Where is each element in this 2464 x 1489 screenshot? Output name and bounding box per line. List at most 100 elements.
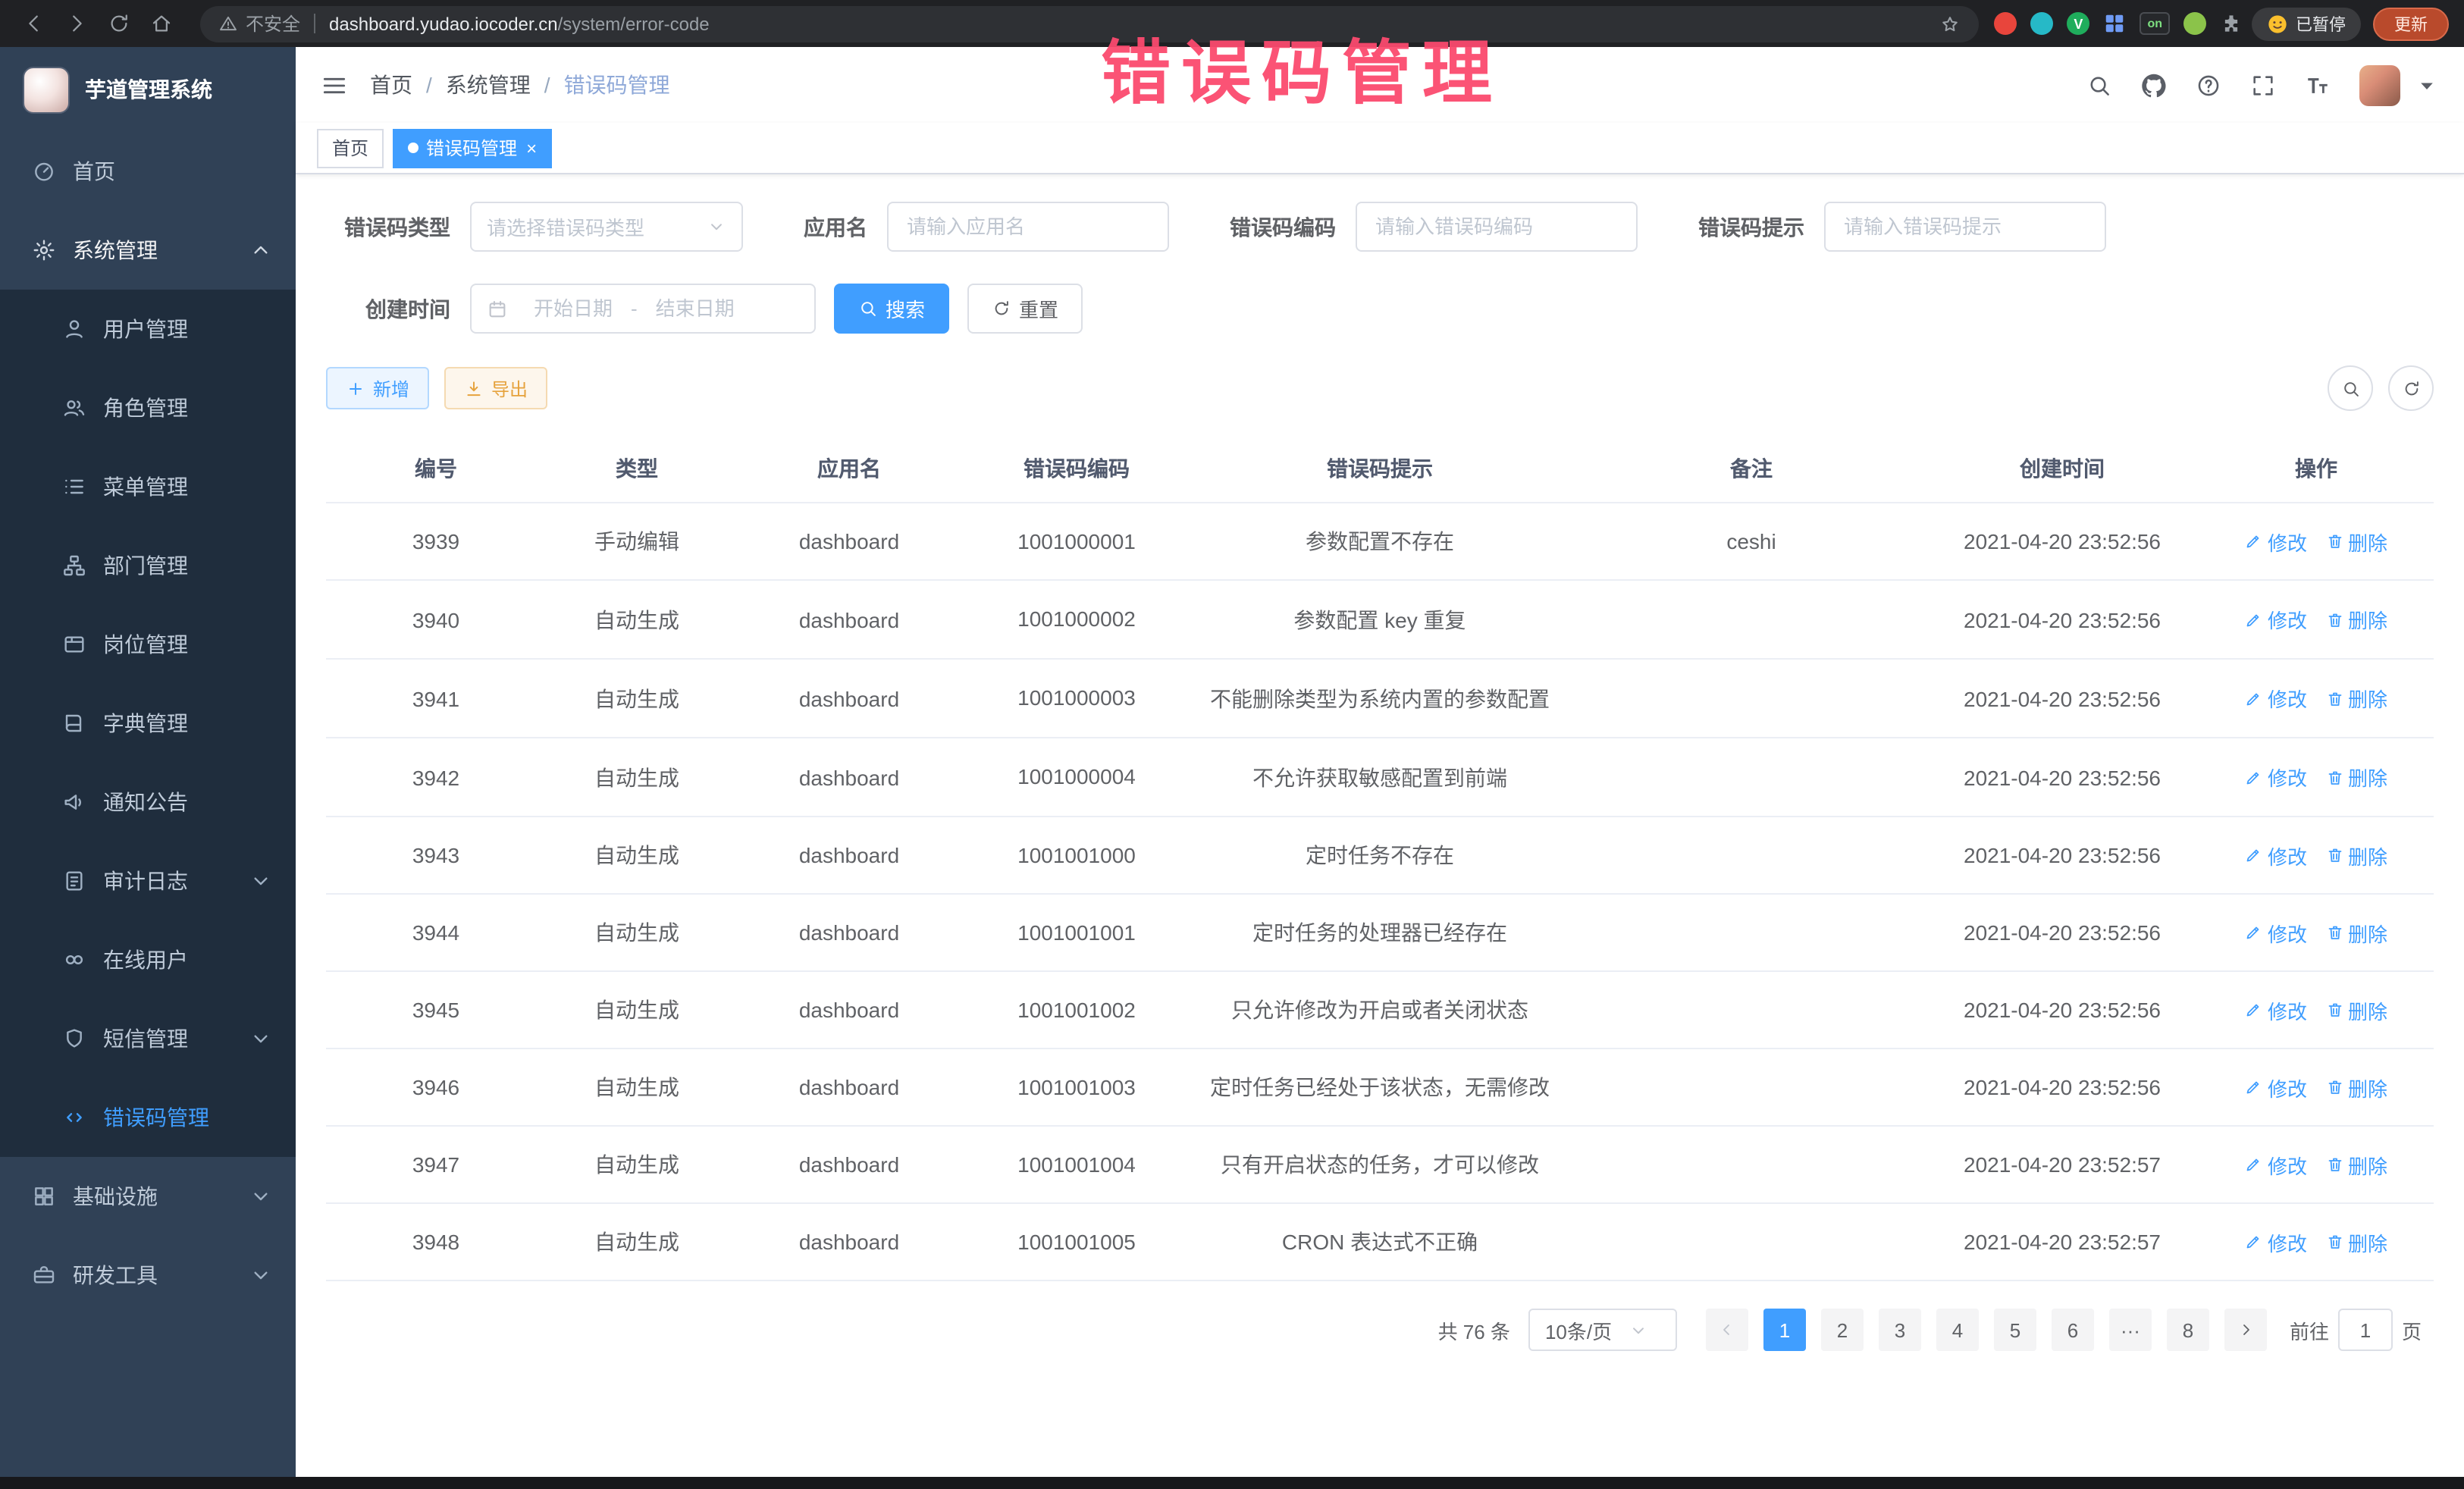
delete-button[interactable]: 删除 [2325, 1150, 2387, 1179]
bookmark-star-icon[interactable] [1939, 13, 1961, 34]
delete-button[interactable]: 删除 [2325, 527, 2387, 556]
help-icon[interactable] [2196, 72, 2221, 98]
browser-back-button[interactable] [15, 5, 52, 42]
sidebar-toggle-icon[interactable] [320, 71, 349, 99]
app-name-input[interactable] [887, 202, 1169, 252]
header-search-icon[interactable] [2086, 72, 2112, 98]
browser-reload-button[interactable] [100, 5, 136, 42]
page-button-1[interactable]: 1 [1763, 1309, 1806, 1351]
sidebar-item-notice[interactable]: 通知公告 [0, 763, 296, 842]
next-page-button[interactable] [2224, 1309, 2267, 1351]
browser-home-button[interactable] [143, 5, 179, 42]
more-pages-button[interactable]: ··· [2109, 1309, 2152, 1351]
edit-button[interactable]: 修改 [2245, 995, 2307, 1024]
sidebar-item-role-management[interactable]: 角色管理 [0, 368, 296, 447]
cell-id: 3943 [326, 817, 546, 894]
delete-button[interactable]: 删除 [2325, 841, 2387, 870]
extension-grid-icon[interactable] [2103, 12, 2126, 35]
sidebar-item-sms-management[interactable]: 短信管理 [0, 999, 296, 1078]
breadcrumb-item[interactable]: 首页 [370, 70, 412, 100]
sidebar-item-system[interactable]: 系统管理 [0, 211, 296, 290]
prev-page-button[interactable] [1706, 1309, 1748, 1351]
edit-button[interactable]: 修改 [2245, 841, 2307, 870]
edit-icon [2245, 1078, 2263, 1096]
breadcrumb-item[interactable]: 错误码管理 [564, 70, 670, 100]
delete-button[interactable]: 删除 [2325, 1227, 2387, 1256]
extension-v-icon[interactable]: V [2067, 12, 2089, 35]
goto-page-input[interactable] [2338, 1309, 2393, 1351]
edit-label: 修改 [2268, 1227, 2307, 1256]
browser-update-button[interactable]: 更新 [2373, 7, 2449, 40]
address-bar[interactable]: 不安全 dashboard.yudao.iocoder.cn /system/e… [200, 5, 1979, 42]
export-button[interactable]: 导出 [444, 367, 547, 409]
navbar-actions [2086, 64, 2440, 105]
sidebar-item-dict-management[interactable]: 字典管理 [0, 684, 296, 763]
delete-button[interactable]: 删除 [2325, 995, 2387, 1024]
page-button-2[interactable]: 2 [1821, 1309, 1864, 1351]
extension-on-chip[interactable]: on [2140, 12, 2170, 35]
edit-button[interactable]: 修改 [2245, 1150, 2307, 1179]
toggle-search-button[interactable] [2328, 365, 2373, 411]
page-size-select[interactable]: 10条/页 [1528, 1309, 1677, 1351]
table-row: 3947自动生成dashboard1001001004只有开启状态的任务，才可以… [326, 1126, 2434, 1203]
error-hint-input[interactable] [1824, 202, 2106, 252]
sidebar-item-error-code[interactable]: 错误码管理 [0, 1078, 296, 1157]
sidebar-item-post-management[interactable]: 岗位管理 [0, 605, 296, 684]
edit-button[interactable]: 修改 [2245, 1227, 2307, 1256]
page-button-6[interactable]: 6 [2052, 1309, 2094, 1351]
extensions-puzzle-icon[interactable] [2220, 12, 2243, 35]
extension-red-icon[interactable] [1994, 12, 2017, 35]
font-size-icon[interactable] [2305, 72, 2331, 98]
edit-button[interactable]: 修改 [2245, 684, 2307, 713]
page-button-3[interactable]: 3 [1879, 1309, 1921, 1351]
reset-button[interactable]: 重置 [967, 284, 1083, 334]
sidebar-item-menu-management[interactable]: 菜单管理 [0, 447, 296, 526]
avatar-caret-icon[interactable] [2414, 72, 2440, 98]
error-type-select[interactable]: 请选择错误码类型 [470, 202, 743, 252]
sidebar-item-online-user[interactable]: 在线用户 [0, 920, 296, 999]
search-button[interactable]: 搜索 [834, 284, 949, 334]
delete-button[interactable]: 删除 [2325, 684, 2387, 713]
fullscreen-icon[interactable] [2250, 72, 2276, 98]
sidebar-item-audit-log[interactable]: 审计日志 [0, 842, 296, 920]
extension-teal-icon[interactable] [2030, 12, 2053, 35]
error-code-input[interactable] [1356, 202, 1638, 252]
github-icon[interactable] [2141, 72, 2167, 98]
cell-app: dashboard [728, 894, 970, 971]
profile-paused-badge[interactable]: 已暂停 [2252, 7, 2361, 40]
tab-active[interactable]: 错误码管理× [393, 128, 552, 168]
sidebar-item-home[interactable]: 首页 [0, 132, 296, 211]
app-logo[interactable]: 芋道管理系统 [0, 47, 296, 132]
export-button-label: 导出 [491, 375, 528, 401]
tab-close-icon[interactable]: × [526, 137, 537, 158]
sidebar-item-dev-tools[interactable]: 研发工具 [0, 1236, 296, 1315]
refresh-table-button[interactable] [2388, 365, 2434, 411]
sidebar-item-user-management[interactable]: 用户管理 [0, 290, 296, 368]
edit-button[interactable]: 修改 [2245, 527, 2307, 556]
delete-button[interactable]: 删除 [2325, 1073, 2387, 1102]
user-avatar[interactable] [2359, 64, 2400, 105]
browser-forward-button[interactable] [58, 5, 94, 42]
sidebar-item-dept-management[interactable]: 部门管理 [0, 526, 296, 605]
end-date-input[interactable] [641, 297, 750, 320]
delete-label: 删除 [2348, 995, 2387, 1024]
add-button[interactable]: 新增 [326, 367, 429, 409]
page-button-5[interactable]: 5 [1994, 1309, 2036, 1351]
page-button-8[interactable]: 8 [2167, 1309, 2209, 1351]
edit-button[interactable]: 修改 [2245, 605, 2307, 634]
start-date-input[interactable] [519, 297, 628, 320]
edit-button[interactable]: 修改 [2245, 763, 2307, 792]
breadcrumb-item[interactable]: 系统管理 [446, 70, 531, 100]
cell-code: 1001001004 [970, 1126, 1183, 1203]
edit-button[interactable]: 修改 [2245, 1073, 2307, 1102]
cell-memo [1577, 659, 1926, 738]
tab-home[interactable]: 首页 [317, 128, 384, 168]
create-time-range[interactable]: - [470, 284, 816, 334]
delete-button[interactable]: 删除 [2325, 605, 2387, 634]
sidebar-item-infrastructure[interactable]: 基础设施 [0, 1157, 296, 1236]
delete-button[interactable]: 删除 [2325, 918, 2387, 947]
extension-leaf-icon[interactable] [2183, 12, 2206, 35]
delete-button[interactable]: 删除 [2325, 763, 2387, 792]
page-button-4[interactable]: 4 [1936, 1309, 1979, 1351]
edit-button[interactable]: 修改 [2245, 918, 2307, 947]
